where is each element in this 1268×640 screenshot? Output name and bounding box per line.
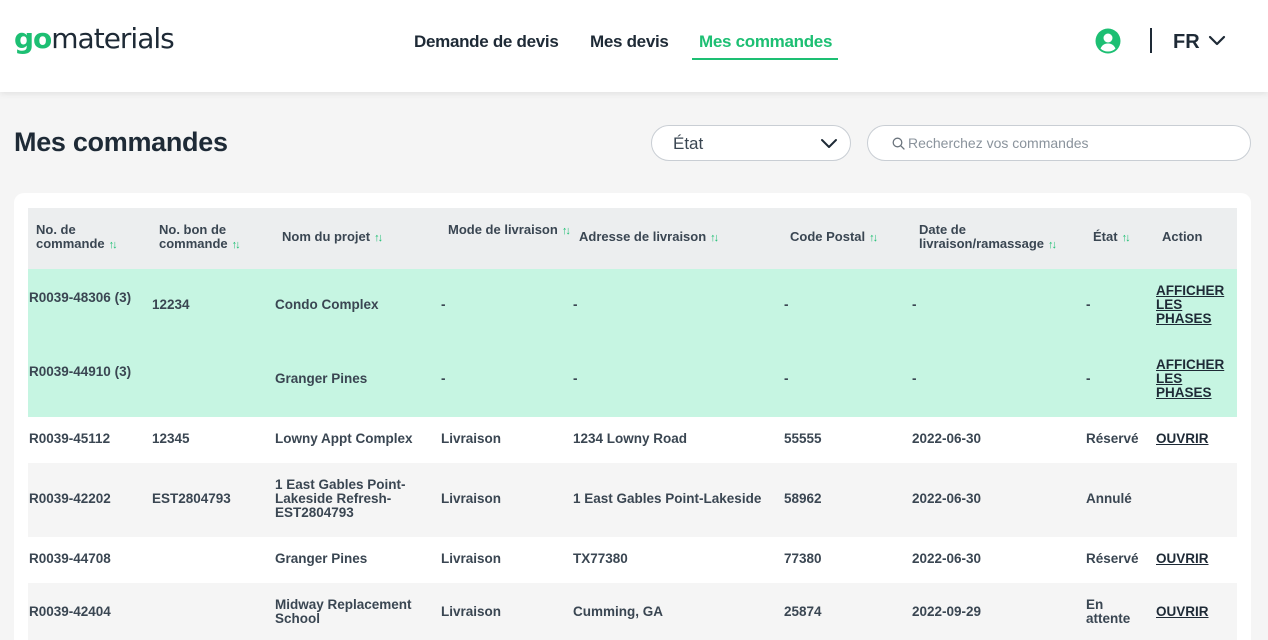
header-delivery-mode[interactable]: Mode de livraison ↑↓ — [448, 223, 573, 238]
cell-state: Annulé — [1086, 491, 1132, 506]
nav-demande-de-devis[interactable]: Demande de devis — [414, 28, 559, 56]
chevron-down-icon[interactable] — [1207, 33, 1227, 49]
search-box — [867, 125, 1251, 161]
header-action: Action — [1162, 229, 1203, 244]
sort-icon[interactable]: ↑↓ — [869, 232, 878, 244]
cell-state: - — [1086, 297, 1091, 312]
state-filter-label: État — [673, 134, 704, 153]
cell-po-number: 12345 — [152, 431, 190, 446]
cell-postal-code: - — [784, 371, 789, 386]
open-order-link[interactable]: OUVRIR — [1156, 552, 1209, 566]
cell-postal-code: 25874 — [784, 604, 822, 619]
table-row: R0039-44708 Granger Pines Livraison TX77… — [28, 537, 1237, 583]
cell-address: 1234 Lowny Road — [573, 431, 688, 446]
header-project-name[interactable]: Nom du projet ↑↓ — [282, 230, 432, 245]
header-postal-code[interactable]: Code Postal ↑↓ — [790, 230, 910, 245]
sort-icon[interactable]: ↑↓ — [562, 225, 571, 237]
cell-project-name: Midway Replacement School — [275, 597, 412, 626]
sort-icon[interactable]: ↑↓ — [1122, 232, 1131, 244]
cell-order-number: R0039-44910 (3) — [29, 364, 132, 379]
header-order-number[interactable]: No. de commande ↑↓ — [36, 223, 146, 252]
cell-date: 2022-06-30 — [912, 431, 982, 446]
nav-mes-commandes[interactable]: Mes commandes — [699, 28, 832, 56]
table-row: R0039-42404 Midway Replacement School Li… — [28, 583, 1237, 640]
page-title: Mes commandes — [14, 127, 228, 157]
cell-state: Réservé — [1086, 431, 1139, 446]
sort-icon[interactable]: ↑↓ — [1048, 239, 1057, 251]
header-state[interactable]: État ↑↓ — [1093, 230, 1153, 245]
cell-project-name: Granger Pines — [275, 551, 368, 566]
cell-delivery-mode: - — [441, 297, 446, 312]
cell-state: Réservé — [1086, 551, 1139, 566]
cell-delivery-mode: - — [441, 371, 446, 386]
cell-address: - — [573, 371, 578, 386]
header-delivery-address[interactable]: Adresse de livraison ↑↓ — [579, 230, 769, 245]
cell-delivery-mode: Livraison — [441, 551, 502, 566]
cell-state: - — [1086, 371, 1091, 386]
table-row: R0039-42202 EST2804793 1 East Gables Poi… — [28, 463, 1237, 537]
cell-project-name: Granger Pines — [275, 371, 368, 386]
cell-order-number: R0039-45112 — [29, 431, 111, 446]
cell-postal-code: 58962 — [784, 491, 822, 506]
show-phases-link[interactable]: AFFICHER LES PHASES — [1156, 358, 1226, 400]
cell-postal-code: - — [784, 297, 789, 312]
cell-order-number: R0039-44708 — [29, 551, 111, 566]
cell-delivery-mode: Livraison — [441, 604, 502, 619]
cell-order-number: R0039-48306 (3) — [29, 290, 132, 305]
cell-date: - — [912, 371, 917, 386]
cell-state: En attente — [1086, 597, 1131, 626]
top-header: gomaterials Demande de devis Mes devis M… — [0, 0, 1268, 92]
cell-order-number: R0039-42202 — [29, 491, 111, 506]
table-row: R0039-48306 (3) 12234 Condo Complex - - … — [28, 269, 1237, 343]
cell-address: 1 East Gables Point-Lakeside — [573, 491, 762, 506]
cell-postal-code: 55555 — [784, 431, 822, 446]
sort-icon[interactable]: ↑↓ — [232, 239, 241, 251]
cell-delivery-mode: Livraison — [441, 431, 502, 446]
sort-icon[interactable]: ↑↓ — [109, 239, 118, 251]
table-row: R0039-45112 12345 Lowny Appt Complex Liv… — [28, 417, 1237, 463]
show-phases-link[interactable]: AFFICHER LES PHASES — [1156, 284, 1226, 326]
cell-po-number: 12234 — [152, 297, 190, 312]
open-order-link[interactable]: OUVRIR — [1156, 605, 1209, 619]
cell-date: - — [912, 297, 917, 312]
user-circle-icon[interactable] — [1095, 28, 1121, 54]
cell-date: 2022-06-30 — [912, 491, 982, 506]
sort-icon[interactable]: ↑↓ — [710, 232, 719, 244]
orders-table-card: No. de commande ↑↓ No. bon de commande ↑↓ … — [14, 193, 1251, 640]
cell-project-name: Condo Complex — [275, 297, 379, 312]
table-row: R0039-44910 (3) Granger Pines - - - - - … — [28, 343, 1237, 417]
header-delivery-date[interactable]: Date de livraison/ramassage ↑↓ — [919, 223, 1079, 252]
search-input[interactable] — [908, 132, 1238, 154]
open-order-link[interactable]: OUVRIR — [1156, 432, 1209, 446]
header-po-number[interactable]: No. bon de commande ↑↓ — [159, 223, 269, 252]
main-nav: Demande de devis Mes devis Mes commandes — [0, 28, 1268, 62]
cell-date: 2022-09-29 — [912, 604, 982, 619]
state-filter-select[interactable]: État — [651, 125, 851, 161]
search-icon — [892, 137, 905, 150]
nav-mes-devis[interactable]: Mes devis — [590, 28, 669, 56]
header-divider — [1150, 28, 1152, 53]
cell-postal-code: 77380 — [784, 551, 822, 566]
cell-po-number: EST2804793 — [152, 491, 231, 506]
language-selector[interactable]: FR — [1173, 28, 1200, 56]
cell-address: TX77380 — [573, 551, 628, 566]
nav-active-underline — [692, 58, 838, 60]
cell-date: 2022-06-30 — [912, 551, 982, 566]
cell-project-name: 1 East Gables Point-Lakeside Refresh-EST… — [275, 477, 406, 520]
cell-address: Cumming, GA — [573, 604, 663, 619]
sort-icon[interactable]: ↑↓ — [374, 232, 383, 244]
table-header-row: No. de commande ↑↓ No. bon de commande ↑↓ … — [28, 208, 1237, 269]
cell-project-name: Lowny Appt Complex — [275, 431, 413, 446]
cell-address: - — [573, 297, 578, 312]
chevron-down-icon — [821, 139, 837, 148]
cell-delivery-mode: Livraison — [441, 491, 502, 506]
cell-order-number: R0039-42404 — [29, 604, 111, 619]
